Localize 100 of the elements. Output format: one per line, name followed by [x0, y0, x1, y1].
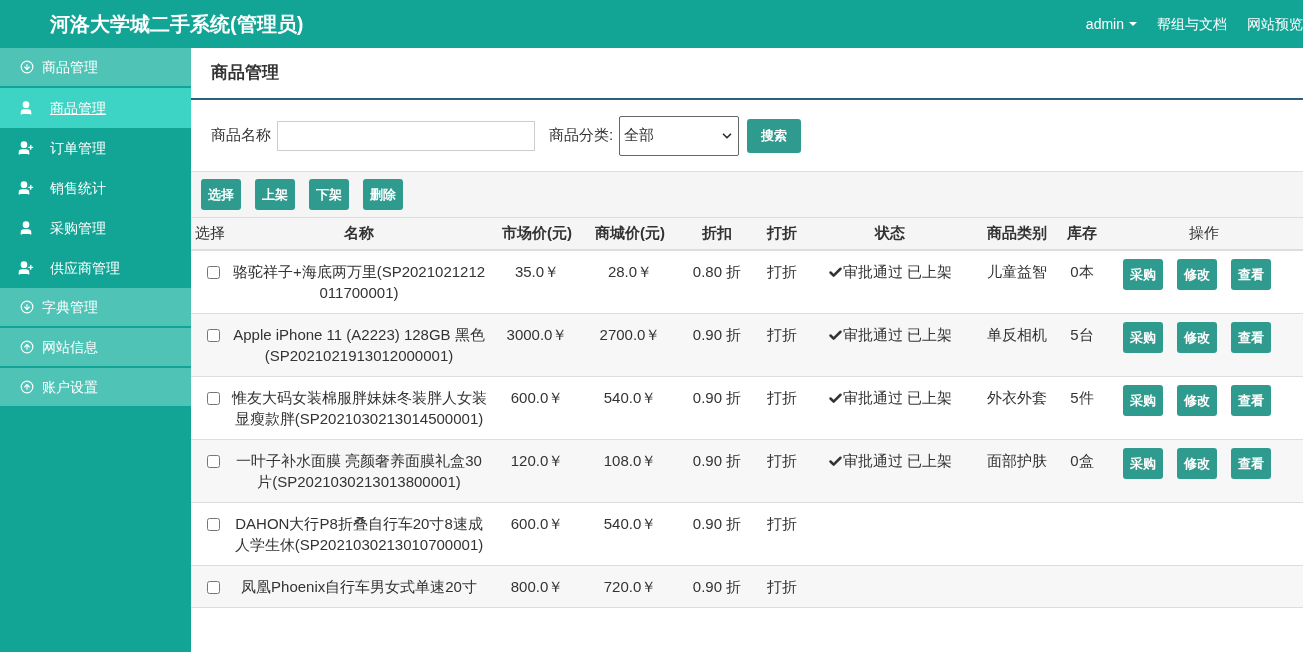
table-cell: 720.0￥ [585, 565, 675, 608]
table-cell: 外衣外套 [987, 389, 1047, 406]
nav-link[interactable]: 帮组与文档 [1157, 13, 1227, 35]
toolbar-button[interactable]: 下架 [309, 179, 349, 210]
table-cell: 打折 [759, 439, 805, 503]
action-button[interactable]: 查看 [1231, 259, 1271, 290]
caret-icon [1129, 22, 1137, 26]
sidebar-section[interactable]: 账户设置 [0, 368, 191, 408]
row-checkbox[interactable] [207, 266, 220, 279]
table-cell: 0.80 折 [675, 250, 759, 314]
sidebar-section[interactable]: 字典管理 [0, 288, 191, 328]
table-cell: DAHON大行P8折叠自行车20寸8速成人学生休(SP2021030213010700001) [229, 502, 489, 566]
arrow-up-icon [20, 340, 34, 354]
table-cell: 800.0￥ [489, 565, 585, 608]
check-icon [827, 453, 843, 469]
column-header: 状态 [805, 218, 975, 250]
action-button[interactable]: 查看 [1231, 322, 1271, 353]
table-cell: 0.90 折 [675, 313, 759, 377]
check-icon [827, 390, 843, 406]
table-cell: 28.0￥ [585, 250, 675, 314]
table-cell: 120.0￥ [489, 439, 585, 503]
table-cell: 惟友大码女装棉服胖妹妹冬装胖人女装显瘦款胖(SP2021030213014500001) [229, 376, 489, 440]
action-button[interactable]: 采购 [1123, 448, 1163, 479]
action-button[interactable]: 采购 [1123, 385, 1163, 416]
status-text: 审批通过 已上架 [842, 262, 953, 282]
action-button[interactable]: 修改 [1177, 259, 1217, 290]
check-icon [827, 264, 843, 280]
column-header: 库存 [1059, 218, 1105, 250]
column-header: 选择 [191, 218, 229, 250]
toolbar-button[interactable]: 上架 [255, 179, 295, 210]
field-label: 商品名称 [211, 125, 271, 146]
arrow-down-icon [20, 300, 34, 314]
category-select[interactable]: 全部 [619, 115, 740, 156]
table-cell: Apple iPhone 11 (A2223) 128GB 黑色(SP2021021913012000001) [229, 313, 489, 377]
table-cell: 0盒 [1070, 452, 1094, 469]
user-plus-icon [18, 260, 34, 276]
user-menu[interactable]: admin [1085, 13, 1137, 35]
action-button[interactable]: 采购 [1123, 259, 1163, 290]
arrow-down-icon [20, 60, 34, 74]
sidebar-section[interactable]: 网站信息 [0, 328, 191, 368]
section-label: 网站信息 [42, 337, 98, 357]
row-checkbox[interactable] [207, 392, 220, 405]
user-plus-icon [18, 140, 34, 156]
user-icon [18, 220, 34, 236]
action-button[interactable]: 采购 [1123, 322, 1163, 353]
table-cell: 600.0￥ [489, 502, 585, 566]
table-cell: 540.0￥ [585, 376, 675, 440]
column-header: 操作 [1105, 218, 1303, 250]
page-title: 商品管理 [211, 62, 279, 85]
action-button[interactable]: 查看 [1231, 385, 1271, 416]
search-button[interactable]: 搜索 [747, 118, 802, 153]
section-label: 账户设置 [42, 377, 98, 397]
table-cell: 0.90 折 [675, 565, 759, 608]
table-cell: 打折 [759, 313, 805, 377]
table-cell: 0.90 折 [675, 502, 759, 566]
table-cell: 0本 [1070, 263, 1094, 280]
table-cell: 2700.0￥ [585, 313, 675, 377]
section-label: 商品管理 [42, 57, 98, 77]
check-icon [827, 327, 843, 343]
field-label: 商品分类: [549, 125, 614, 146]
row-checkbox[interactable] [207, 455, 220, 468]
action-button[interactable]: 修改 [1177, 322, 1217, 353]
row-checkbox[interactable] [207, 581, 220, 594]
nav-link[interactable]: 网站预览 [1247, 13, 1303, 35]
user-plus-icon [18, 180, 34, 196]
section-label: 字典管理 [42, 297, 98, 317]
name-field[interactable] [277, 120, 535, 151]
sidebar-section[interactable]: 商品管理 [0, 48, 191, 88]
table-cell: 108.0￥ [585, 439, 675, 503]
toolbar-button[interactable]: 选择 [201, 179, 241, 210]
app-title: 河洛大学城二手系统(管理员) [50, 12, 304, 37]
table-cell: 打折 [759, 376, 805, 440]
table-cell: 35.0￥ [489, 250, 585, 314]
column-header: 打折 [759, 218, 805, 250]
action-button[interactable]: 查看 [1231, 448, 1271, 479]
table-cell: 一叶子补水面膜 亮颜奢养面膜礼盒30片(SP2021030213013800001) [229, 439, 489, 503]
column-header: 名称 [229, 218, 489, 250]
table-cell: 5台 [1070, 326, 1094, 343]
column-header: 商品类别 [975, 218, 1059, 250]
user-icon [18, 100, 34, 116]
arrow-up-icon [20, 380, 34, 394]
column-header: 市场价(元) [489, 218, 585, 250]
toolbar-button[interactable]: 删除 [363, 179, 403, 210]
row-checkbox[interactable] [207, 518, 220, 531]
table-cell: 打折 [759, 565, 805, 608]
table-cell: 5件 [1070, 389, 1094, 406]
status-text: 审批通过 已上架 [842, 325, 953, 345]
table-cell: 儿童益智 [987, 263, 1047, 280]
action-button[interactable]: 修改 [1177, 448, 1217, 479]
column-header: 折扣 [675, 218, 759, 250]
table-cell: 打折 [759, 502, 805, 566]
status-text: 审批通过 已上架 [842, 388, 953, 408]
row-checkbox[interactable] [207, 329, 220, 342]
column-header: 商城价(元) [585, 218, 675, 250]
table-cell: 0.90 折 [675, 376, 759, 440]
table-cell: 单反相机 [987, 326, 1047, 343]
table-cell: 打折 [759, 250, 805, 314]
table-cell: 600.0￥ [489, 376, 585, 440]
table-cell: 凤凰Phoenix自行车男女式单速20寸 [229, 565, 489, 608]
action-button[interactable]: 修改 [1177, 385, 1217, 416]
